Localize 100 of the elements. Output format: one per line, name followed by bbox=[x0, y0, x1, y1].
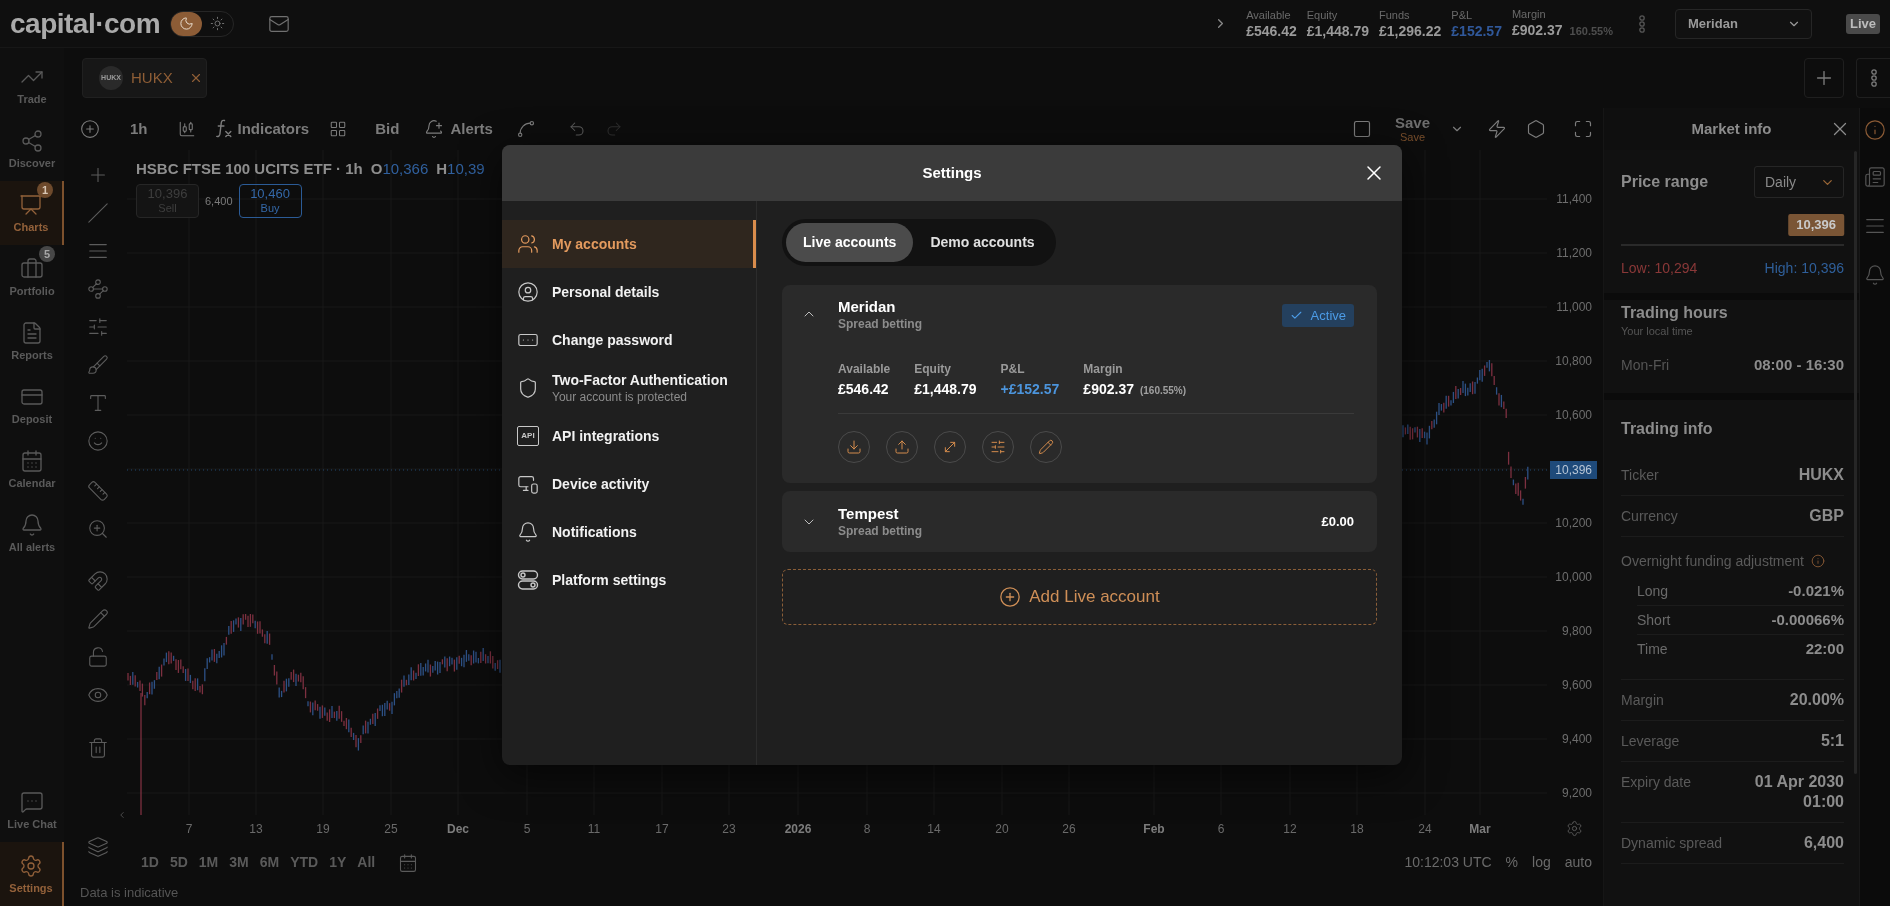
fullscreen-icon[interactable] bbox=[1573, 119, 1593, 139]
toggles-icon bbox=[517, 569, 539, 591]
info-value: 5:1 bbox=[1820, 731, 1844, 751]
info-icon[interactable] bbox=[1810, 554, 1825, 568]
calendar-icon[interactable] bbox=[398, 852, 419, 873]
sidebar-item[interactable]: Discover bbox=[0, 117, 64, 181]
price-axis-label: 10,000 bbox=[1555, 569, 1592, 585]
undo-icon[interactable] bbox=[567, 120, 586, 138]
buy-button[interactable]: 10,460 Buy bbox=[238, 184, 302, 218]
settings-nav-item[interactable]: Personal details bbox=[502, 268, 756, 316]
price-type-button[interactable]: Bid bbox=[375, 117, 400, 141]
stat-label: P&L bbox=[1000, 361, 1026, 377]
summary-label: P&L bbox=[1451, 7, 1474, 22]
sidebar-item[interactable]: Reports bbox=[0, 309, 64, 373]
pencil-icon[interactable] bbox=[87, 608, 109, 630]
period-button[interactable]: 6M bbox=[259, 852, 280, 873]
scale-option[interactable]: % bbox=[1505, 852, 1519, 873]
period-dropdown[interactable]: Daily bbox=[1754, 166, 1844, 198]
info-label: Currency bbox=[1621, 507, 1678, 526]
smiley-icon[interactable] bbox=[87, 430, 109, 452]
period-button[interactable]: 1Y bbox=[329, 852, 347, 873]
plus-circle-icon[interactable] bbox=[80, 119, 100, 139]
sidebar-item[interactable]: Calendar bbox=[0, 437, 64, 501]
candlestick-icon[interactable] bbox=[177, 120, 196, 138]
chevron-left-icon[interactable] bbox=[117, 810, 127, 820]
spline-icon[interactable] bbox=[515, 119, 536, 139]
sidebar-item[interactable]: Trade bbox=[0, 53, 64, 117]
zoom-in-icon[interactable] bbox=[87, 518, 109, 540]
summary-value: £546.42 bbox=[1246, 21, 1297, 40]
settings-icon[interactable] bbox=[1566, 820, 1583, 837]
period-button[interactable]: 5D bbox=[169, 852, 188, 873]
sidebar-item[interactable]: Deposit bbox=[0, 373, 64, 437]
stat-label: Available bbox=[838, 361, 891, 377]
scale-option[interactable]: log bbox=[1532, 852, 1551, 873]
moon-icon[interactable] bbox=[171, 11, 203, 36]
sidebar-item[interactable]: Portfolio 5 bbox=[0, 245, 64, 309]
unlock-icon[interactable] bbox=[87, 646, 109, 668]
scale-option[interactable]: auto bbox=[1564, 852, 1592, 873]
diagonal-line-icon[interactable] bbox=[87, 202, 109, 224]
account-tab[interactable]: Live accounts bbox=[786, 223, 914, 262]
settings-nav-item[interactable]: Two-Factor Authentication Your account is protected bbox=[502, 364, 756, 412]
price-axis-label: 10,800 bbox=[1555, 353, 1592, 369]
more-button[interactable] bbox=[1856, 58, 1890, 98]
settings-nav-item[interactable]: Change password bbox=[502, 316, 756, 364]
sidebar-item[interactable]: Charts 1 bbox=[0, 181, 64, 245]
settings-nav-item[interactable]: My accounts bbox=[502, 220, 756, 268]
bell-icon[interactable] bbox=[1864, 264, 1886, 286]
sliders-icon[interactable] bbox=[87, 316, 109, 338]
info-value: GBP bbox=[1809, 506, 1844, 526]
panel-title: Market info bbox=[1691, 118, 1772, 139]
period-button[interactable]: 1M bbox=[198, 852, 219, 873]
magnet-icon[interactable] bbox=[87, 570, 109, 592]
account-dropdown[interactable]: Meridan bbox=[1675, 8, 1812, 39]
info-label: Expiry date bbox=[1621, 773, 1692, 792]
time-axis-label: Feb bbox=[1143, 821, 1165, 837]
period-button[interactable]: YTD bbox=[290, 852, 319, 873]
stat-label: Equity bbox=[914, 361, 952, 377]
stat-value: £546.42 bbox=[838, 380, 889, 398]
current-price-tag: 10,396 bbox=[1788, 214, 1844, 236]
trash-icon[interactable] bbox=[87, 737, 109, 759]
account-tab[interactable]: Demo accounts bbox=[913, 223, 1052, 262]
indicators-button[interactable]: Indicators bbox=[215, 117, 310, 141]
margin-level: 160.55% bbox=[1569, 24, 1613, 40]
api-icon: API bbox=[517, 426, 539, 446]
news-icon[interactable] bbox=[1864, 166, 1886, 188]
period-button[interactable]: 3M bbox=[229, 852, 249, 873]
stat-note: (160.55%) bbox=[1139, 384, 1187, 398]
settings-nav-item[interactable]: Device activity bbox=[502, 460, 756, 508]
sidebar-item[interactable]: All alerts bbox=[0, 501, 64, 565]
info-icon[interactable] bbox=[1864, 119, 1886, 141]
settings-nav-item[interactable]: API API integrations bbox=[502, 412, 756, 460]
text-icon[interactable] bbox=[87, 392, 109, 414]
square-icon[interactable] bbox=[1351, 119, 1372, 139]
price-axis-label: 11,000 bbox=[1556, 299, 1592, 315]
info-value: -0.00066% bbox=[1771, 609, 1844, 630]
hexagon-icon[interactable] bbox=[1526, 119, 1546, 139]
sidebar-item[interactable]: Live Chat bbox=[0, 778, 64, 842]
layers-icon[interactable] bbox=[87, 836, 109, 858]
settings-nav-item[interactable]: Platform settings bbox=[502, 556, 756, 604]
ruler-icon[interactable] bbox=[87, 480, 109, 502]
time-readout: 10:12:03 UTC bbox=[1404, 853, 1492, 872]
save-button[interactable]: Save Save bbox=[1394, 115, 1430, 143]
add-account-button[interactable]: Add Live account bbox=[782, 569, 1377, 625]
chat-icon bbox=[20, 790, 44, 814]
grid-icon[interactable] bbox=[329, 120, 348, 138]
alerts-button[interactable]: Alerts bbox=[424, 117, 493, 141]
period-button[interactable]: All bbox=[357, 852, 376, 873]
nav-subtitle: Your account is protected bbox=[552, 389, 688, 405]
more-icon[interactable] bbox=[1639, 14, 1645, 33]
interval-button[interactable]: 1h bbox=[130, 117, 148, 141]
add-tab-button[interactable] bbox=[1804, 58, 1844, 98]
waypoints-icon[interactable] bbox=[87, 278, 109, 300]
period-button[interactable]: 1D bbox=[141, 852, 159, 873]
info-value: 08:00 - 16:30 bbox=[1753, 354, 1844, 375]
logo[interactable]: capital·com bbox=[10, 9, 161, 38]
sidebar-item[interactable]: Settings bbox=[0, 842, 64, 906]
settings-nav-item[interactable]: Notifications bbox=[502, 508, 756, 556]
brush-icon[interactable] bbox=[87, 354, 109, 376]
time-axis-label: 6 bbox=[1217, 821, 1225, 837]
lightning-icon[interactable] bbox=[1487, 119, 1507, 139]
